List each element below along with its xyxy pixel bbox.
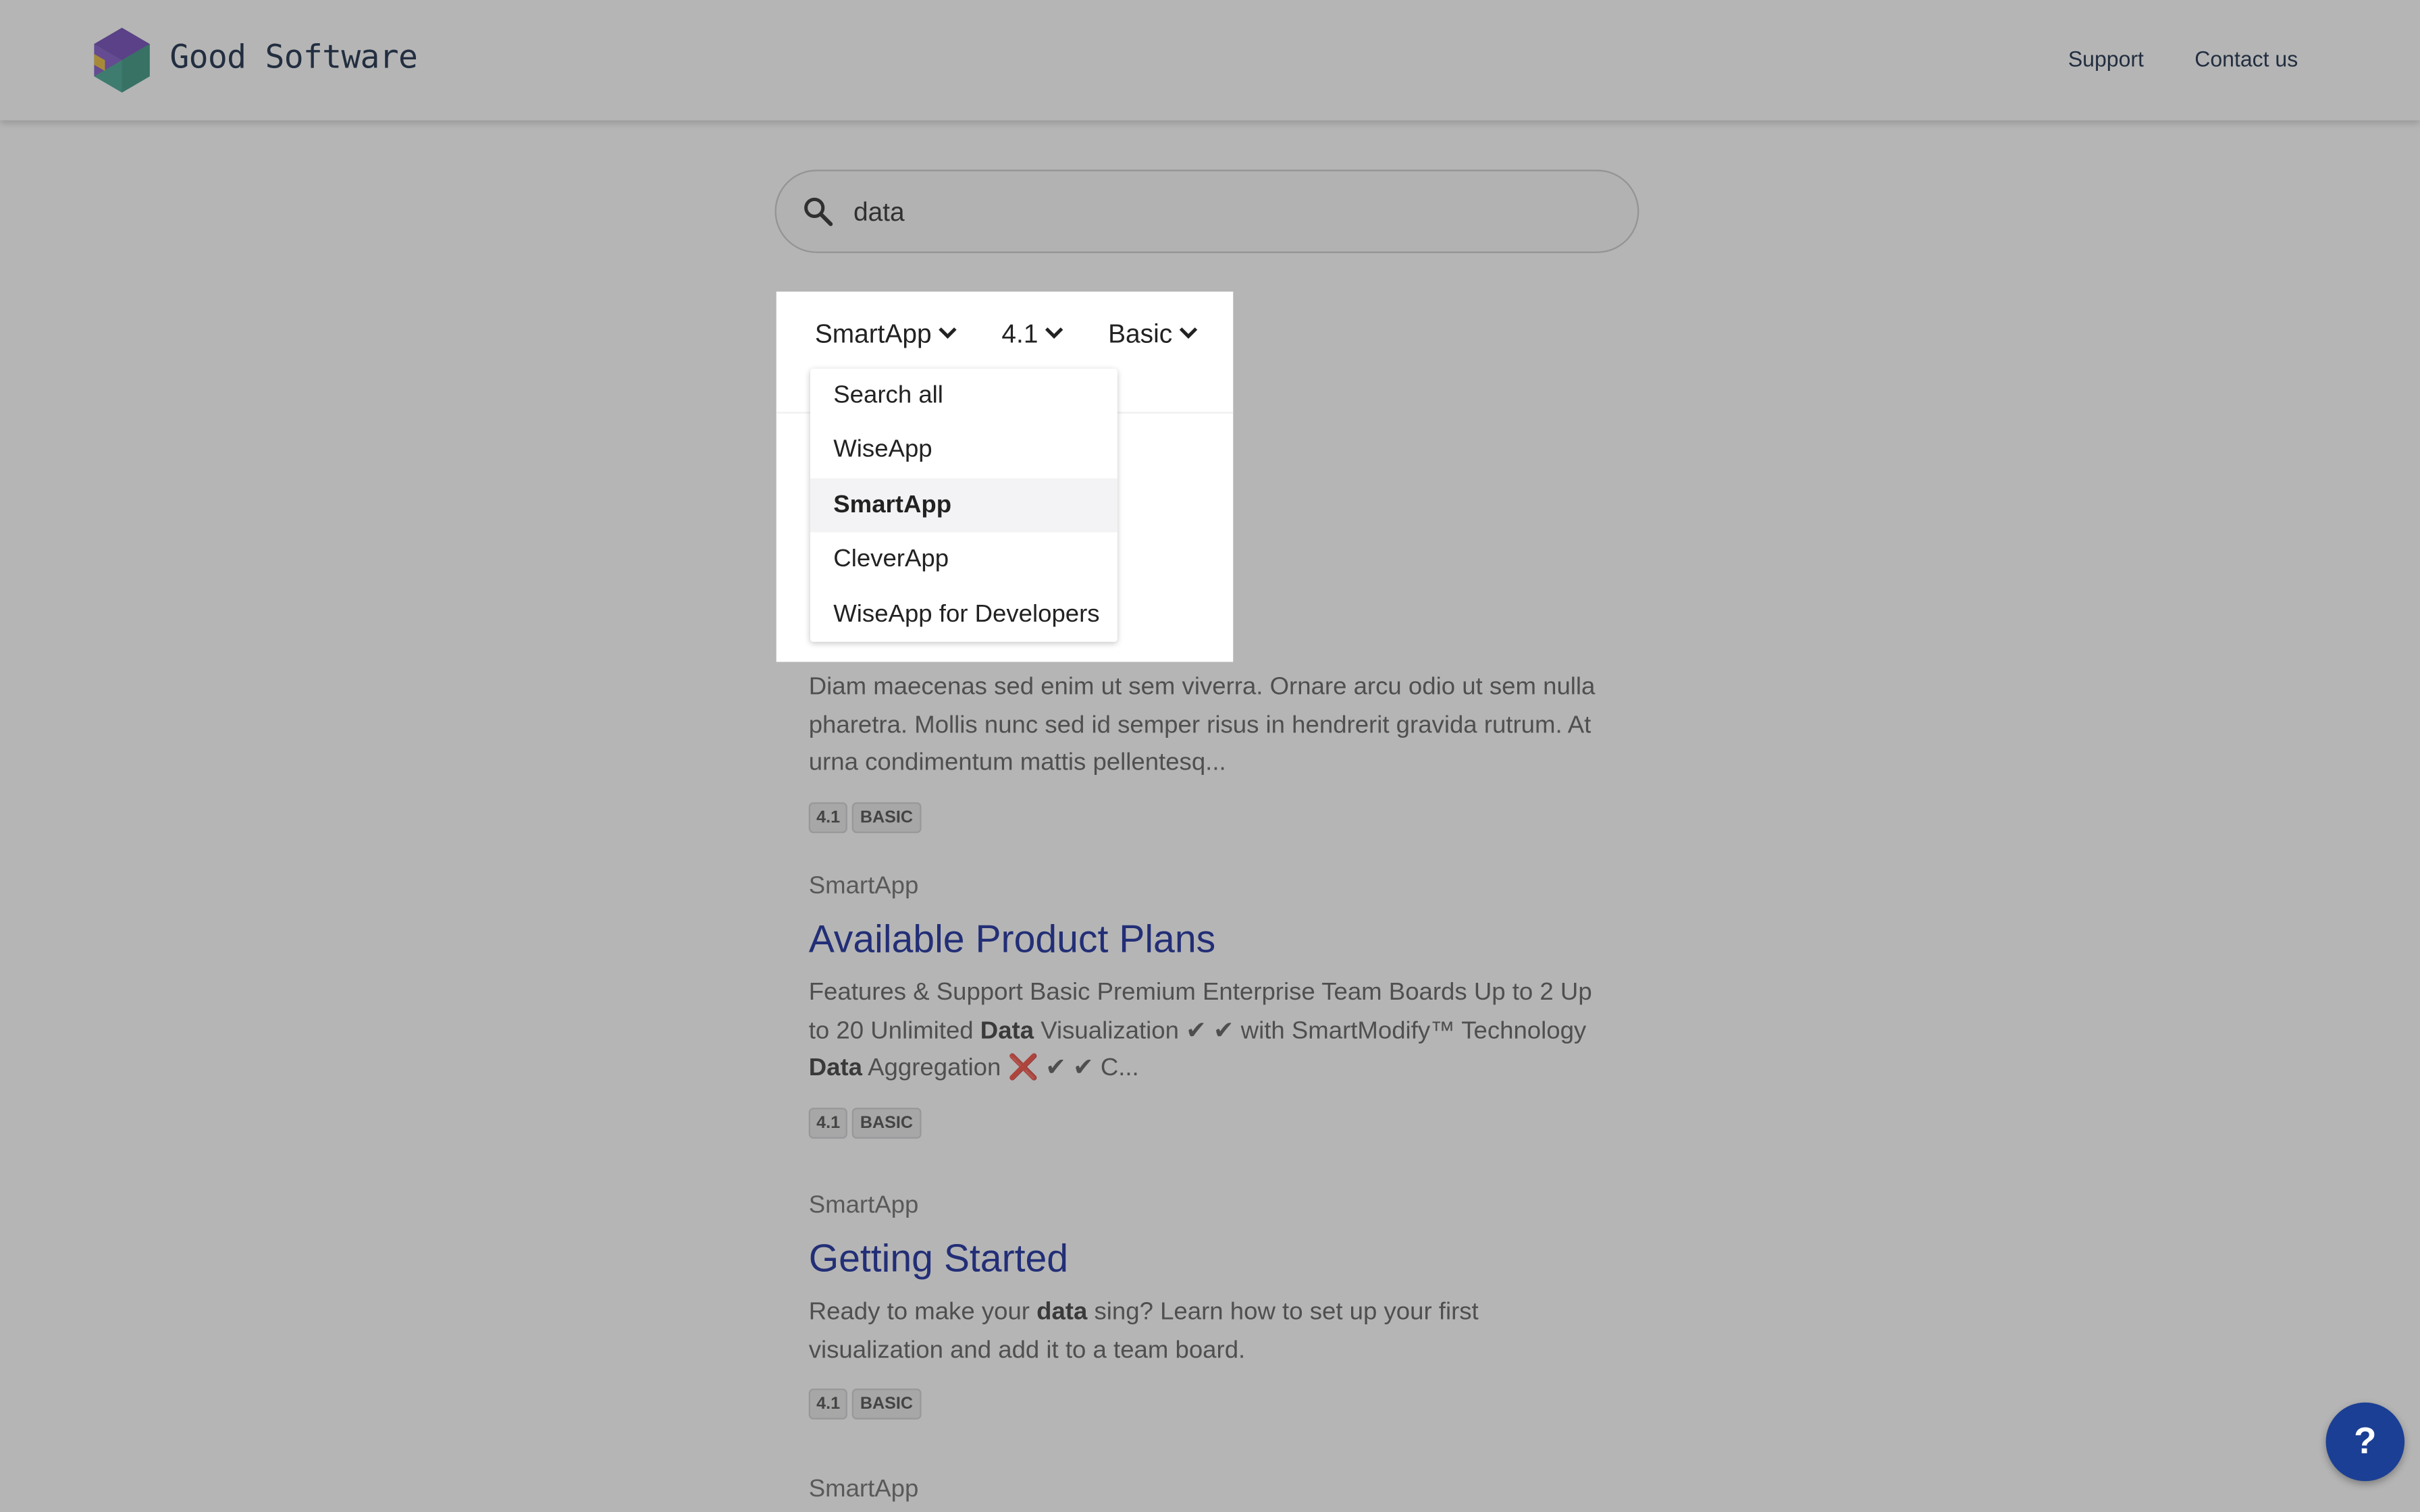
tier-filter-dropdown[interactable]: Basic: [1108, 319, 1199, 350]
dropdown-option-smartapp[interactable]: SmartApp: [810, 478, 1117, 533]
page: Good Software Support Contact us Diam ma…: [0, 0, 2420, 1512]
chevron-down-icon: [1045, 327, 1063, 339]
dropdown-option-wiseapp-developers[interactable]: WiseApp for Developers: [810, 587, 1117, 642]
version-filter-dropdown[interactable]: 4.1: [1001, 319, 1064, 350]
chevron-down-icon: [938, 327, 956, 339]
product-filter-dropdown[interactable]: SmartApp: [815, 319, 958, 350]
dropdown-option-wiseapp[interactable]: WiseApp: [810, 423, 1117, 478]
product-dropdown-menu: Search all WiseApp SmartApp CleverApp Wi…: [810, 369, 1117, 642]
filter-panel: SmartApp 4.1 Basic Search all WiseApp Sm…: [776, 291, 1234, 662]
chevron-down-icon: [1178, 327, 1197, 339]
help-button[interactable]: ?: [2325, 1402, 2405, 1482]
dropdown-option-cleverapp[interactable]: CleverApp: [810, 533, 1117, 587]
dropdown-option-search-all[interactable]: Search all: [810, 369, 1117, 423]
modal-backdrop[interactable]: [0, 0, 2420, 1512]
